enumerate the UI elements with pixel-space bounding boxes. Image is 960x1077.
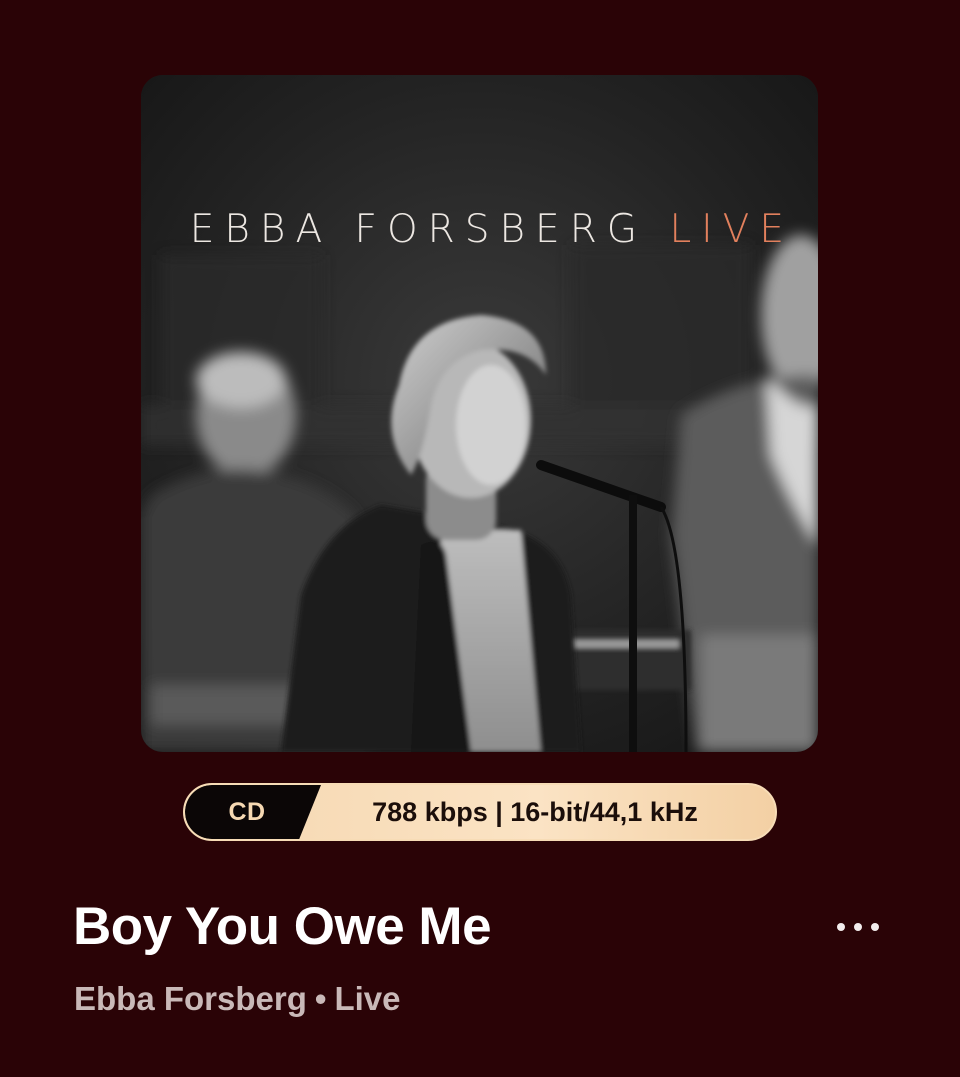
track-title: Boy You Owe Me bbox=[73, 897, 492, 956]
album-artwork[interactable]: EBBA FORSBERG LIVE bbox=[141, 75, 818, 752]
album-artwork-title-main: EBBA FORSBERG bbox=[189, 207, 648, 252]
album-artwork-title: EBBA FORSBERG LIVE bbox=[141, 207, 818, 252]
artist-link[interactable]: Ebba Forsberg bbox=[74, 980, 307, 1017]
album-artwork-photo bbox=[141, 75, 818, 752]
audio-format-label: CD bbox=[228, 798, 266, 826]
more-horizontal-icon bbox=[871, 923, 879, 931]
more-options-button[interactable] bbox=[822, 906, 894, 948]
album-artwork-title-accent: LIVE bbox=[669, 207, 794, 252]
audio-quality-badge[interactable]: CD 788 kbps | 16-bit/44,1 kHz bbox=[183, 783, 777, 841]
audio-format-tag: CD bbox=[185, 785, 321, 839]
more-horizontal-icon bbox=[837, 923, 845, 931]
more-horizontal-icon bbox=[854, 923, 862, 931]
album-link[interactable]: Live bbox=[334, 980, 400, 1017]
audio-quality-details: 788 kbps | 16-bit/44,1 kHz bbox=[372, 797, 698, 827]
subtitle-separator: • bbox=[314, 980, 327, 1017]
track-subtitle: Ebba Forsberg • Live bbox=[74, 980, 400, 1018]
